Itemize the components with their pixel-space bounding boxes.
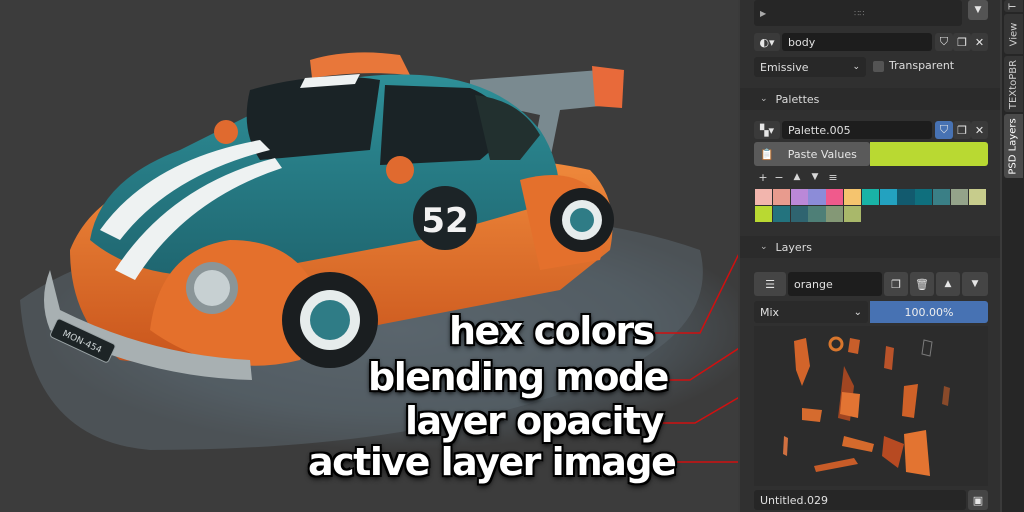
palettes-panel-header[interactable]: ⌄ Palettes xyxy=(740,88,1000,110)
palette-swatch[interactable] xyxy=(933,189,951,205)
blend-mode-value: Mix xyxy=(760,305,780,319)
dropdown-button[interactable]: ▼ xyxy=(968,0,988,20)
chevron-down-icon: ⌄ xyxy=(760,242,768,252)
clipboard-icon: 📋 xyxy=(760,147,774,161)
palette-swatch[interactable] xyxy=(790,189,808,205)
callout-active-layer-image: active layer image xyxy=(308,440,677,484)
callout-hex-colors: hex colors xyxy=(449,309,655,353)
shield-icon: ⛉ xyxy=(939,123,949,136)
palette-browse-button[interactable]: ▚▾ xyxy=(754,121,780,139)
shield-icon: ⛉ xyxy=(939,35,949,48)
3d-viewport[interactable]: 52 MON-454 hex colors blending mode laye… xyxy=(0,0,738,512)
unlink-button[interactable]: ✕ xyxy=(971,33,988,51)
chevron-down-icon: ⌄ xyxy=(760,94,768,104)
paste-values-label: Paste Values xyxy=(787,147,857,161)
palette-swatch[interactable] xyxy=(772,206,791,222)
tab-tool-label: T xyxy=(1007,2,1019,10)
chevron-down-icon: ⌄ xyxy=(853,306,862,318)
palette-fake-user-button[interactable]: ⛉ xyxy=(935,121,953,139)
palette-icon: ▚▾ xyxy=(760,123,774,137)
play-icon: ▶ xyxy=(760,8,767,18)
tab-psd-layers-label: PSD Layers xyxy=(1008,117,1020,175)
active-layer-image[interactable] xyxy=(754,326,988,486)
palette-swatch[interactable] xyxy=(879,189,897,205)
palette-swatch[interactable] xyxy=(968,189,986,205)
move-down-icon: ▼ xyxy=(971,279,979,289)
close-icon: ✕ xyxy=(974,123,985,137)
move-up-icon: ▲ xyxy=(944,279,952,289)
layers-panel-header[interactable]: ⌄ Layers xyxy=(740,236,1000,258)
opacity-slider[interactable]: 100.00% xyxy=(870,301,988,323)
palette-duplicate-button[interactable]: ❐ xyxy=(953,121,971,139)
palette-swatch[interactable] xyxy=(808,206,826,222)
fake-user-button[interactable]: ⛉ xyxy=(935,33,953,51)
car-number: 52 xyxy=(421,201,468,241)
sort-icon[interactable]: ≡ xyxy=(826,170,840,184)
material-type-button[interactable]: ◐▾ xyxy=(754,33,780,51)
duplicate-button[interactable]: ❐ xyxy=(953,33,971,51)
palette-swatch[interactable] xyxy=(861,189,880,205)
material-sphere-icon: ◐▾ xyxy=(759,35,775,49)
layer-up-button[interactable]: ▲ xyxy=(936,272,960,296)
move-up-icon[interactable]: ▲ xyxy=(790,170,804,184)
layers-title: Layers xyxy=(775,240,812,254)
palette-swatch[interactable] xyxy=(950,189,969,205)
layer-name-field[interactable]: orange xyxy=(788,272,882,296)
layer-image-name-field[interactable]: Untitled.029 xyxy=(754,490,966,510)
tab-psd-layers[interactable]: PSD Layers xyxy=(1004,114,1023,178)
transparent-checkbox[interactable] xyxy=(873,61,884,72)
material-name-field[interactable]: body xyxy=(782,33,932,51)
copy-layer-button[interactable]: ❐ xyxy=(884,272,908,296)
sidebar-tabs: T View TEXtoPBR PSD Layers xyxy=(1002,0,1024,512)
palettes-title: Palettes xyxy=(775,92,820,106)
chevron-down-icon: ⌄ xyxy=(852,62,860,72)
palette-swatch[interactable] xyxy=(755,189,773,205)
preview-strip[interactable]: ▶ ∷∷ xyxy=(754,0,962,26)
move-down-icon[interactable]: ▼ xyxy=(808,170,822,184)
layer-stack-button[interactable]: ☰ xyxy=(754,272,786,296)
paste-values-button[interactable]: 📋 Paste Values xyxy=(754,142,870,166)
grip-icon: ∷∷ xyxy=(854,8,865,18)
layer-down-button[interactable]: ▼ xyxy=(962,272,988,296)
active-color-swatch[interactable] xyxy=(870,142,988,166)
copy-icon: ❐ xyxy=(957,123,967,137)
palette-swatch[interactable] xyxy=(772,189,791,205)
image-icon: ▣ xyxy=(972,493,984,507)
remove-color-icon[interactable]: − xyxy=(772,170,786,184)
palette-swatch[interactable] xyxy=(808,189,826,205)
callout-blending-mode: blending mode xyxy=(368,355,669,399)
transparent-label: Transparent xyxy=(889,59,955,72)
close-icon: ✕ xyxy=(974,35,985,49)
tab-textopbr-label: TEXtoPBR xyxy=(1008,59,1019,109)
palette-swatch[interactable] xyxy=(826,189,844,205)
copy-icon: ❐ xyxy=(891,277,901,291)
palette-unlink-button[interactable]: ✕ xyxy=(971,121,988,139)
copy-icon: ❐ xyxy=(957,35,967,49)
layers-icon: ☰ xyxy=(765,277,775,291)
chevron-down-icon: ▼ xyxy=(974,5,982,15)
shading-mode-value: Emissive xyxy=(760,60,809,74)
palette-swatch[interactable] xyxy=(826,206,844,222)
blend-mode-select[interactable]: Mix ⌄ xyxy=(754,301,868,323)
tab-textopbr[interactable]: TEXtoPBR xyxy=(1004,56,1023,112)
tab-view[interactable]: View xyxy=(1004,14,1023,54)
palette-swatch[interactable] xyxy=(897,189,915,205)
palette-swatch[interactable] xyxy=(755,206,773,222)
add-color-icon[interactable]: + xyxy=(756,170,770,184)
palette-swatch[interactable] xyxy=(790,206,808,222)
palette-swatch[interactable] xyxy=(915,189,933,205)
palette-name-field[interactable]: Palette.005 xyxy=(782,121,932,139)
opacity-value: 100.00% xyxy=(904,305,954,319)
shading-mode-select[interactable]: Emissive ⌄ xyxy=(754,57,866,77)
tab-view-label: View xyxy=(1008,22,1020,46)
callout-layer-opacity: layer opacity xyxy=(405,399,664,443)
image-browse-button[interactable]: ▣ xyxy=(968,490,988,510)
palette-swatch[interactable] xyxy=(844,189,862,205)
tab-tool[interactable]: T xyxy=(1004,0,1023,12)
trash-icon: 🗑 xyxy=(915,277,929,291)
palette-swatch[interactable] xyxy=(844,206,862,222)
texture-preview xyxy=(783,336,950,476)
delete-layer-button[interactable]: 🗑 xyxy=(910,272,934,296)
